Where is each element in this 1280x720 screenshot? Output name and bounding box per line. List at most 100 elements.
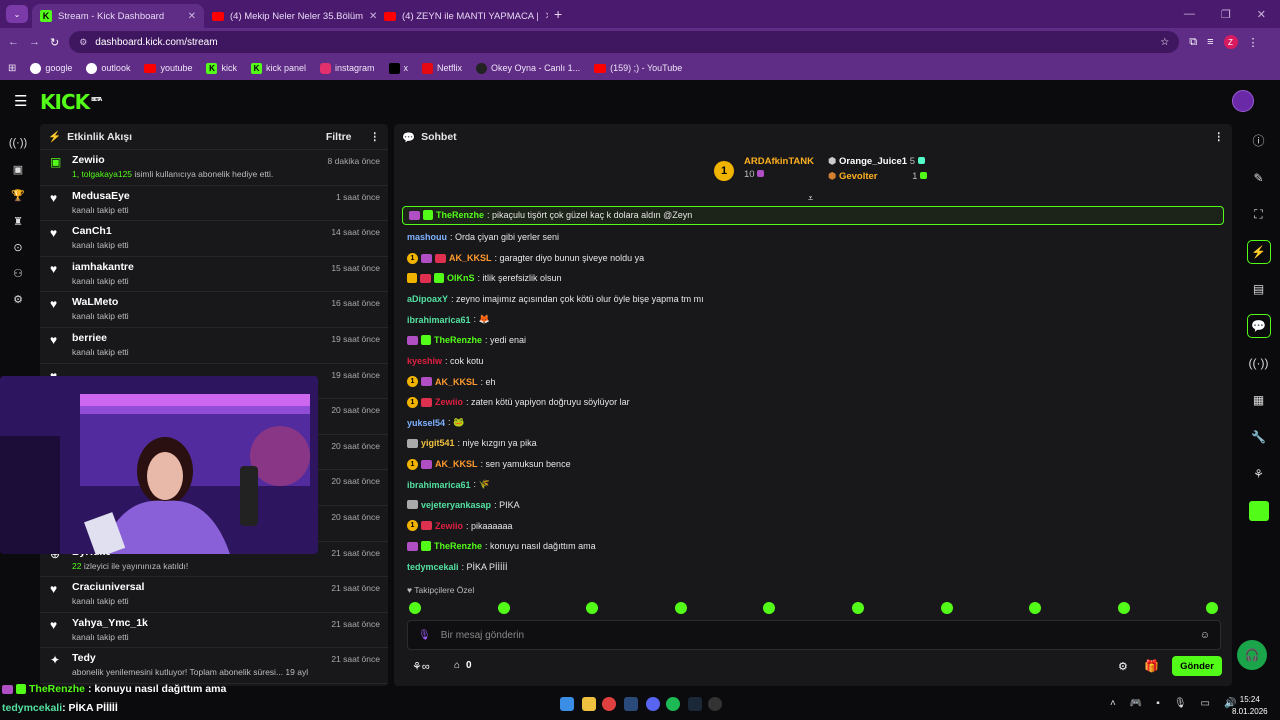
bookmark-star-icon[interactable]: ☆ bbox=[1160, 37, 1169, 48]
message-username[interactable]: aDipoaxY bbox=[407, 294, 448, 304]
site-info-icon[interactable]: ⚙ bbox=[79, 37, 87, 48]
collapse-leaderboard-icon[interactable]: ⩡ bbox=[808, 193, 813, 204]
hamburger-menu-icon[interactable]: ☰ bbox=[14, 92, 27, 110]
start-icon[interactable] bbox=[560, 697, 574, 711]
message-username[interactable]: yuksel54 bbox=[407, 418, 445, 428]
chat-message[interactable]: yigit541: niye kızgın ya pika bbox=[407, 438, 537, 448]
gift-subs-icon[interactable]: 🎁 bbox=[1144, 659, 1159, 673]
chat-message[interactable]: ibrahimarica61: 🦊 bbox=[407, 314, 490, 325]
chat-message[interactable]: OlKnS: itlik şerefsizlik olsun bbox=[407, 273, 562, 284]
tab-youtube-2[interactable]: (4) ZEYN ile MANTI YAPMACA |✕ bbox=[376, 4, 548, 28]
profile-avatar[interactable]: Z bbox=[1223, 35, 1238, 49]
broadcast-icon[interactable]: ((·)) bbox=[1237, 344, 1280, 381]
media-icon[interactable]: ≡ bbox=[1207, 36, 1213, 48]
message-username[interactable]: TheRenzhe bbox=[436, 210, 484, 220]
activity-item[interactable]: ✦ Tedy abonelik yenilemesini kutluyor! T… bbox=[40, 648, 388, 684]
activity-item[interactable]: ♥ CanCh1 kanalı takip etti 14 saat önce bbox=[40, 221, 388, 257]
emote-icon[interactable] bbox=[674, 602, 687, 614]
points-icon[interactable]: ⚘∞ bbox=[412, 660, 430, 673]
store-points[interactable]: ⌂ 0 bbox=[454, 660, 472, 671]
spotify-icon[interactable] bbox=[666, 697, 680, 711]
bookmark-google[interactable]: google bbox=[30, 62, 72, 74]
emoji-icon[interactable]: ☺ bbox=[1200, 630, 1210, 641]
emote-icon[interactable] bbox=[586, 602, 599, 614]
close-window-icon[interactable]: ✕ bbox=[1257, 8, 1266, 21]
chat-message[interactable]: 1 AK_KKSL: eh bbox=[407, 376, 496, 388]
message-username[interactable]: Zewiio bbox=[435, 521, 463, 531]
message-username[interactable]: yigit541 bbox=[421, 438, 455, 448]
bookmark-youtube-2[interactable]: (159) ;) - YouTube bbox=[594, 63, 682, 73]
emote-icon[interactable] bbox=[852, 602, 864, 614]
chat-message[interactable]: 1 Zewiio: pikaaaaaa bbox=[407, 520, 513, 532]
message-username[interactable]: ibrahimarica61 bbox=[407, 480, 471, 490]
chat-tray-icon[interactable]: ▪ bbox=[1156, 698, 1160, 709]
chat-message[interactable]: aDipoaxY: zeyno imajımız açısından çok k… bbox=[407, 294, 704, 304]
emote-icon[interactable] bbox=[497, 602, 510, 614]
leader-2-name[interactable]: Orange_Juice1 bbox=[839, 156, 907, 167]
bookmark-instagram[interactable]: instagram bbox=[320, 62, 375, 74]
wrench-icon[interactable]: 🔧 bbox=[1237, 418, 1280, 455]
close-icon[interactable]: ✕ bbox=[369, 11, 376, 22]
activity-item[interactable]: ♥ Craciuniversal kanalı takip etti 21 sa… bbox=[40, 577, 388, 613]
leader-1-name[interactable]: ARDAfkinTANK bbox=[744, 156, 814, 167]
emote-icon[interactable] bbox=[940, 602, 953, 614]
bookmark-outlook[interactable]: outlook bbox=[86, 62, 130, 74]
url-field[interactable]: ⚙ dashboard.kick.com/stream ☆ bbox=[69, 31, 1180, 53]
bookmark-kick[interactable]: Kkick bbox=[206, 62, 237, 74]
close-icon[interactable]: ✕ bbox=[545, 11, 548, 22]
menu-icon[interactable]: ⋮ bbox=[1248, 36, 1259, 49]
share-icon[interactable]: ⚘ bbox=[1237, 455, 1280, 492]
activity-item[interactable]: ♥ MedusaEye kanalı takip etti 1 saat önc… bbox=[40, 186, 388, 222]
microphone-icon[interactable]: 🎙 bbox=[418, 630, 431, 641]
activity-username[interactable]: Yahya_Ymc_1k bbox=[72, 617, 148, 629]
message-username[interactable]: TheRenzhe bbox=[434, 541, 482, 551]
message-username[interactable]: AK_KKSL bbox=[449, 253, 492, 263]
info-icon[interactable]: ⓘ bbox=[1237, 122, 1280, 159]
apps-icon[interactable]: ⊞ bbox=[8, 63, 16, 74]
activity-username[interactable]: iamhakantre bbox=[72, 261, 134, 273]
screen-icon[interactable]: ⛶ bbox=[1237, 196, 1280, 233]
chat-message[interactable]: ibrahimarica61: 🌾 bbox=[407, 479, 490, 490]
forward-icon[interactable]: → bbox=[29, 36, 40, 48]
chat-settings-icon[interactable]: ⚙ bbox=[1118, 660, 1128, 673]
chat-message[interactable]: mashouu: Orda çiyan gibi yerler seni bbox=[407, 232, 559, 242]
message-username[interactable]: AK_KKSL bbox=[435, 377, 478, 387]
activity-username[interactable]: Zewiio bbox=[72, 154, 273, 166]
trophy-icon[interactable]: 🏆 bbox=[0, 182, 36, 208]
send-button[interactable]: Gönder bbox=[1172, 656, 1222, 676]
chat-message[interactable]: yuksel54: 🐸 bbox=[407, 417, 464, 428]
message-username[interactable]: kyeshiw bbox=[407, 356, 442, 366]
leader-3-name[interactable]: Gevolter bbox=[839, 171, 878, 182]
badge-icon[interactable]: ♜ bbox=[0, 208, 36, 234]
tab-search-icon[interactable]: ⌄ bbox=[6, 5, 28, 23]
chat-message[interactable]: 1 AK_KKSL: sen yamuksun bence bbox=[407, 458, 571, 470]
kick-logo[interactable]: KICK BETA bbox=[40, 90, 102, 114]
layout-icon[interactable]: ▦ bbox=[1237, 381, 1280, 418]
message-username[interactable]: Zewiio bbox=[435, 397, 463, 407]
tab-kick-dashboard[interactable]: K Stream - Kick Dashboard ✕ bbox=[32, 4, 204, 28]
back-icon[interactable]: ← bbox=[8, 36, 19, 48]
more-options-icon[interactable]: ⋮ bbox=[370, 131, 381, 143]
emote-icon[interactable] bbox=[763, 602, 776, 614]
chat-message[interactable]: TheRenzhe: yedi enai bbox=[407, 335, 526, 345]
message-username[interactable]: tedymcekali bbox=[407, 562, 459, 572]
activity-username[interactable]: berriee bbox=[72, 332, 129, 344]
more-options-icon[interactable]: ⋮ bbox=[1214, 131, 1225, 143]
mic-tray-icon[interactable]: 🎙 bbox=[1174, 698, 1187, 709]
chat-message[interactable]: 1 AK_KKSL: garagter diyo bunun şiveye nol… bbox=[407, 252, 644, 264]
chrome-icon[interactable] bbox=[602, 697, 616, 711]
chat-input[interactable]: 🎙 Bir mesaj gönderin ☺ bbox=[407, 620, 1221, 650]
steam-app-icon[interactable] bbox=[688, 697, 702, 711]
dashboard-icon[interactable]: ▣ bbox=[0, 156, 36, 182]
close-icon[interactable]: ✕ bbox=[188, 11, 196, 22]
message-username[interactable]: AK_KKSL bbox=[435, 459, 478, 469]
message-username[interactable]: TheRenzhe bbox=[434, 335, 482, 345]
network-icon[interactable]: ▭ bbox=[1201, 698, 1210, 709]
message-username[interactable]: mashouu bbox=[407, 232, 447, 242]
tray-chevron-icon[interactable]: ˄ bbox=[1110, 698, 1116, 709]
activity-toggle-icon[interactable]: ⚡ bbox=[1237, 233, 1280, 270]
emote-icon[interactable] bbox=[1206, 602, 1219, 614]
chat-toggle-icon[interactable]: 💬 bbox=[1237, 307, 1280, 344]
stream-icon[interactable]: ((·)) bbox=[0, 130, 36, 156]
discord-icon[interactable] bbox=[646, 697, 660, 711]
